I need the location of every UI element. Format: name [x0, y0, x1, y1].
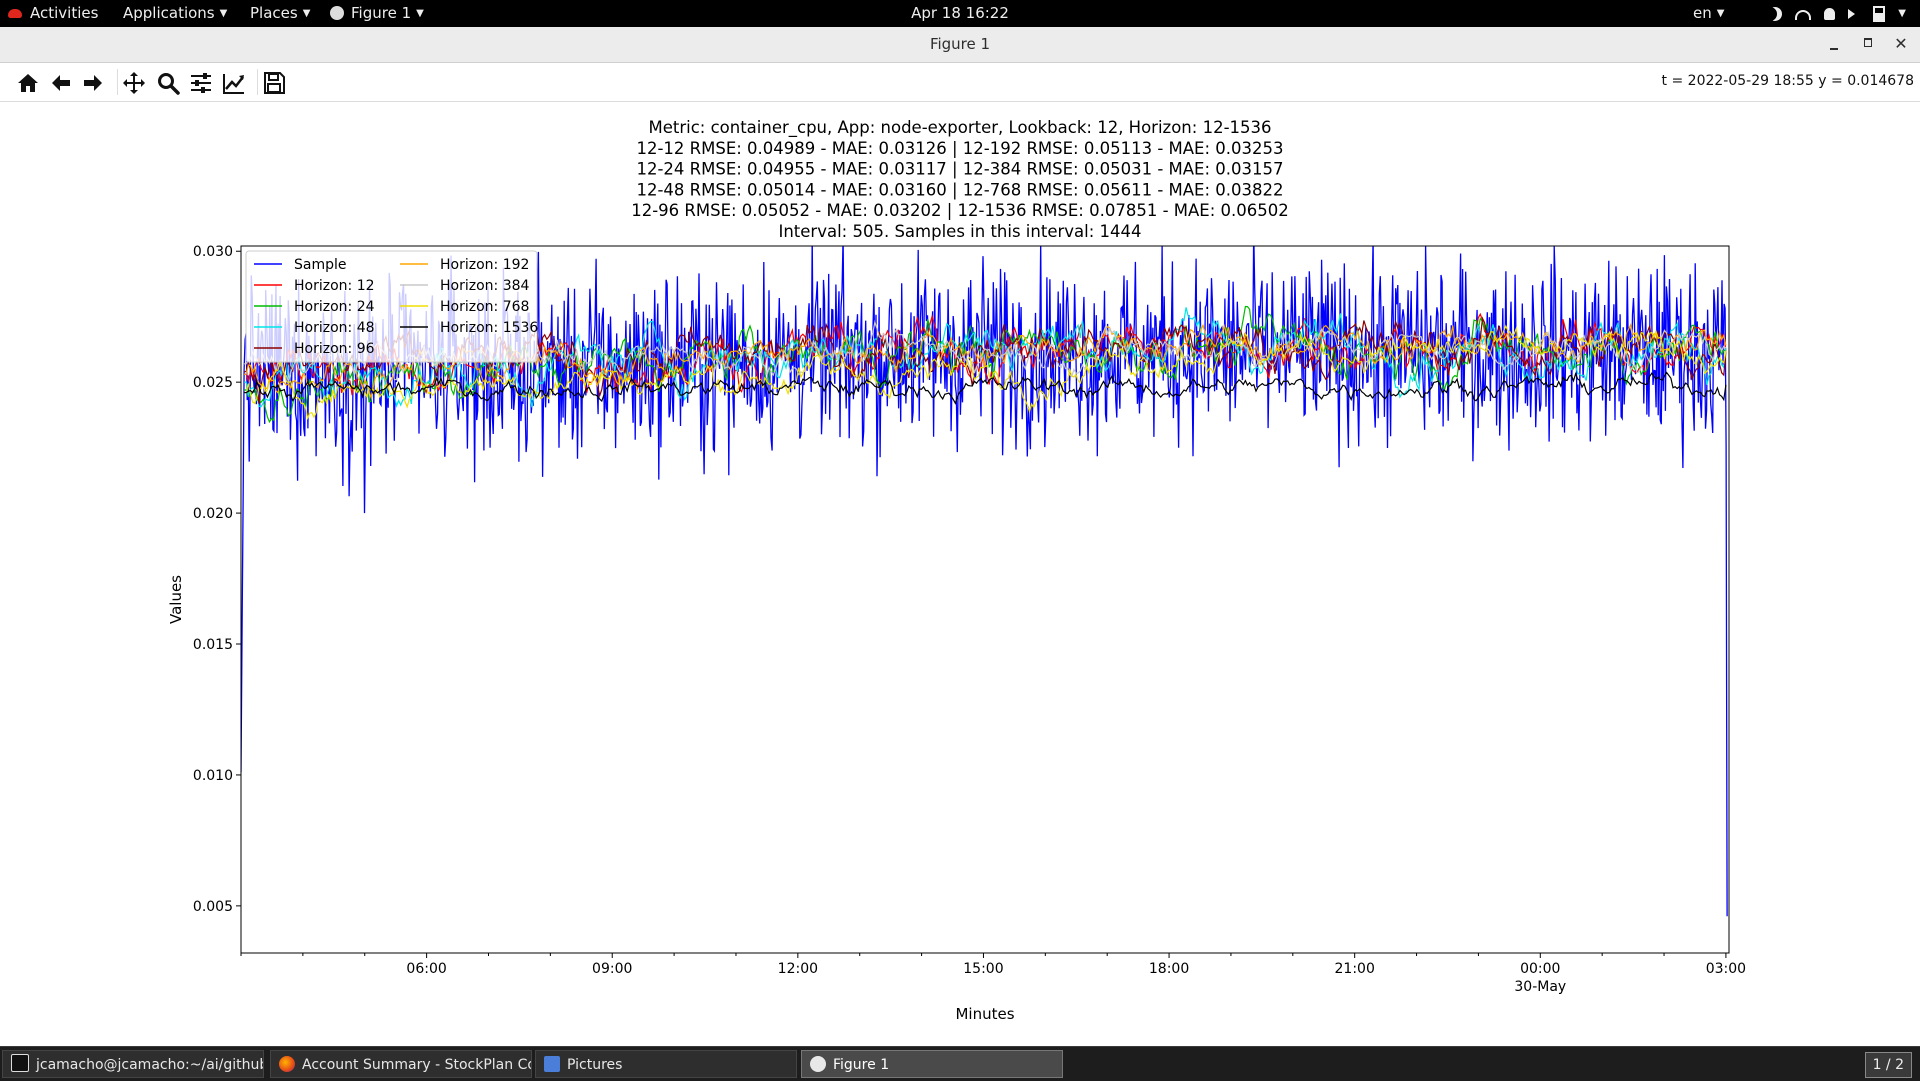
y-axis-label: Values: [167, 575, 185, 624]
close-button[interactable]: ✕: [1890, 33, 1912, 55]
chart-title-line: 12-48 RMSE: 0.05014 - MAE: 0.03160 | 12-…: [636, 180, 1283, 199]
y-tick-label: 0.005: [193, 899, 233, 915]
back-button[interactable]: [49, 71, 73, 95]
pan-icon: [123, 72, 145, 94]
chart-title-line: Metric: container_cpu, App: node-exporte…: [648, 118, 1271, 138]
home-button[interactable]: [16, 71, 40, 95]
task-firefox[interactable]: Account Summary - StockPlan Co...: [270, 1050, 532, 1078]
save-button[interactable]: [262, 71, 286, 95]
x-tick-label: 12:00: [778, 961, 818, 977]
clock-label: Apr 18 16:22: [911, 4, 1009, 22]
x-axis-label: Minutes: [955, 1005, 1014, 1023]
battery-icon: [1873, 5, 1886, 22]
zoom-icon: [158, 73, 180, 95]
legend-label: Horizon: 96: [294, 341, 375, 357]
clock[interactable]: Apr 18 16:22: [0, 4, 1920, 22]
task-label: jcamacho@jcamacho:~/ai/github/...: [36, 1057, 264, 1073]
legend-label: Horizon: 12: [294, 278, 375, 294]
figure-icon: [810, 1056, 826, 1072]
input-language-menu[interactable]: en ▼: [1693, 4, 1724, 22]
firefox-icon: [279, 1056, 295, 1072]
forward-icon: [84, 75, 102, 91]
task-pictures[interactable]: Pictures: [535, 1050, 797, 1078]
caret-down-icon: ▼: [1716, 8, 1725, 19]
x-tick-label: 21:00: [1335, 961, 1375, 977]
zoom-button[interactable]: [156, 71, 180, 95]
edit-curves-icon: [223, 74, 244, 94]
legend-label: Horizon: 1536: [440, 320, 538, 336]
x-tick-label: 18:00: [1149, 961, 1189, 977]
chart-title-line: Interval: 505. Samples in this interval:…: [778, 222, 1141, 241]
legend-label: Horizon: 24: [294, 299, 375, 315]
x-tick-label: 06:00: [406, 961, 446, 977]
legend-label: Horizon: 48: [294, 320, 375, 336]
y-tick-label: 0.030: [193, 244, 233, 260]
task-label: Account Summary - StockPlan Co...: [302, 1057, 532, 1073]
legend: Sample Horizon: 12 Horizon: 24 Horizon: 48 H…: [245, 250, 538, 363]
subplots-icon: [191, 73, 211, 93]
task-figure-1[interactable]: Figure 1: [801, 1050, 1063, 1078]
gnome-top-bar: Activities Applications ▼ Places ▼ Figure …: [0, 0, 1920, 27]
y-tick-label: 0.015: [193, 637, 233, 653]
legend-label: Sample: [294, 257, 347, 273]
caret-down-icon: ▼: [1898, 8, 1906, 19]
chart-title-line: 12-12 RMSE: 0.04989 - MAE: 0.03126 | 12-…: [636, 139, 1283, 158]
x-tick-label: 15:00: [963, 961, 1003, 977]
x-tick-label: 00:00: [1520, 961, 1560, 977]
volume-icon: [1848, 8, 1856, 19]
x-tick-label: 09:00: [592, 961, 632, 977]
y-tick-label: 0.025: [193, 375, 233, 391]
save-icon: [264, 72, 285, 94]
task-label: Figure 1: [833, 1057, 890, 1073]
x-tick-label: 03:00: [1706, 961, 1746, 977]
chart-title-line: 12-24 RMSE: 0.04955 - MAE: 0.03117 | 12-…: [636, 160, 1283, 179]
window-list-taskbar: jcamacho@jcamacho:~/ai/github/... Accoun…: [0, 1046, 1920, 1081]
window-title: Figure 1: [929, 35, 991, 53]
files-icon: [544, 1056, 560, 1072]
task-label: Pictures: [567, 1057, 623, 1073]
system-tray[interactable]: ▼: [1768, 5, 1906, 22]
forward-button[interactable]: [81, 71, 105, 95]
pan-button[interactable]: [122, 71, 146, 95]
toolbar-separator: [117, 69, 118, 95]
edit-curves-button[interactable]: [222, 71, 246, 95]
figure-canvas[interactable]: Metric: container_cpu, App: node-exporte…: [0, 102, 1920, 1046]
back-icon: [52, 75, 70, 91]
line-chart[interactable]: Metric: container_cpu, App: node-exporte…: [0, 102, 1920, 1046]
maximize-icon: [1864, 38, 1872, 47]
workspace-indicator[interactable]: 1 / 2: [1864, 1052, 1912, 1078]
close-icon: ✕: [1894, 34, 1908, 53]
y-tick-label: 0.010: [193, 768, 233, 784]
y-tick-label: 0.020: [193, 506, 233, 522]
terminal-icon: [11, 1054, 29, 1072]
maximize-button[interactable]: [1857, 33, 1879, 55]
cursor-coordinates: t = 2022-05-29 18:55 y = 0.014678: [1661, 73, 1914, 89]
subplots-button[interactable]: [189, 71, 213, 95]
window-title-bar[interactable]: Figure 1 ✕: [0, 27, 1920, 63]
night-light-icon: [1768, 7, 1782, 21]
legend-label: Horizon: 192: [440, 257, 529, 273]
chart-title-line: 12-96 RMSE: 0.05052 - MAE: 0.03202 | 12-…: [631, 201, 1289, 220]
wifi-icon: [1795, 10, 1812, 20]
legend-label: Horizon: 768: [440, 299, 529, 315]
language-label: en: [1693, 4, 1712, 22]
notification-icon: [1824, 7, 1836, 20]
x-tick-sublabel: 30-May: [1514, 979, 1566, 995]
home-icon: [18, 74, 38, 92]
minimize-button[interactable]: [1823, 33, 1845, 55]
toolbar-separator: [257, 69, 258, 95]
matplotlib-toolbar: t = 2022-05-29 18:55 y = 0.014678: [0, 63, 1920, 102]
legend-label: Horizon: 384: [440, 278, 530, 294]
task-terminal[interactable]: jcamacho@jcamacho:~/ai/github/...: [2, 1050, 264, 1078]
minimize-icon: [1830, 48, 1838, 50]
